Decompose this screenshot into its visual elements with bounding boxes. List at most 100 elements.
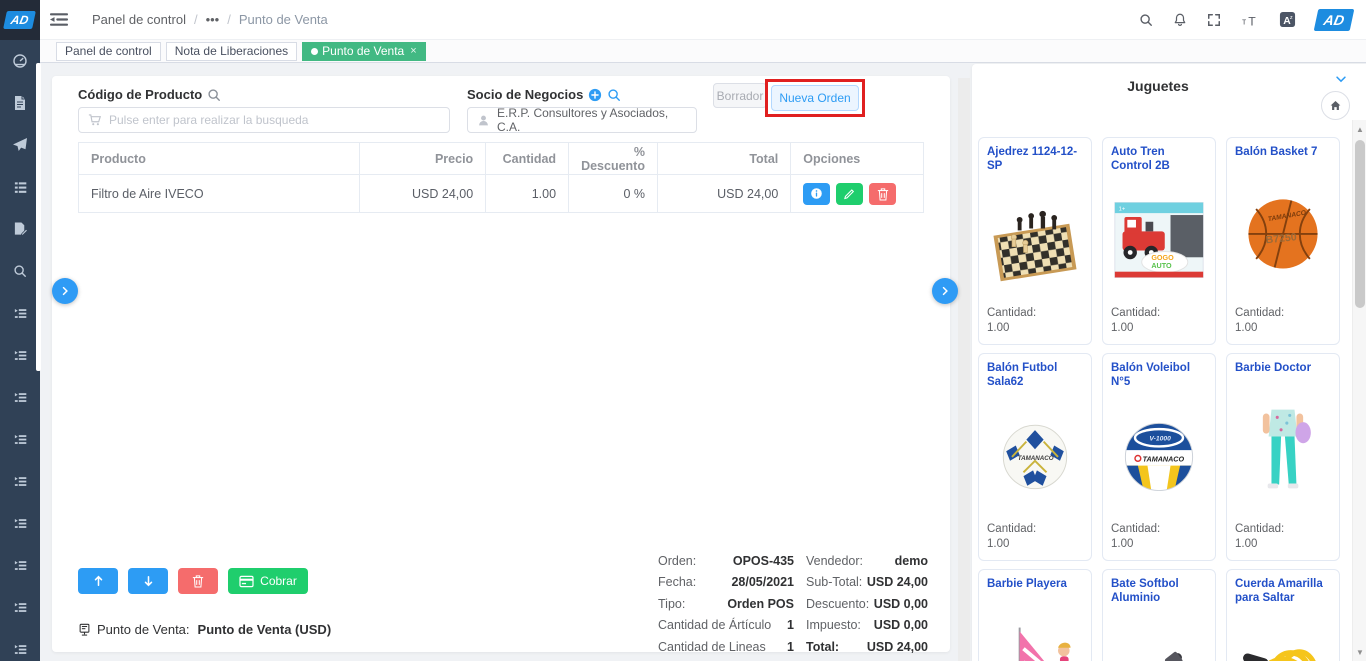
- fullscreen-icon[interactable]: [1207, 13, 1221, 27]
- sidebar-menu-item[interactable]: [0, 502, 40, 544]
- move-up-button[interactable]: [78, 568, 118, 594]
- sidebar-menu-item[interactable]: [0, 250, 40, 292]
- product-image-train: 1+GOGOAUTO: [1111, 174, 1207, 306]
- close-icon[interactable]: ×: [410, 43, 416, 60]
- breadcrumb-item[interactable]: •••: [206, 12, 220, 27]
- home-category-button[interactable]: [1321, 91, 1350, 120]
- new-order-button[interactable]: Nueva Orden: [771, 85, 859, 111]
- order-line-cell: USD 24,00: [359, 175, 486, 213]
- column-header: Total: [657, 143, 790, 175]
- sidebar-menu-item[interactable]: [0, 208, 40, 250]
- delete-line-button[interactable]: [178, 568, 218, 594]
- product-image-soccer: TAMANACO: [987, 390, 1083, 522]
- sidebar-menu-item[interactable]: [0, 124, 40, 166]
- summary-label: Impuesto:: [806, 618, 861, 632]
- app-logo[interactable]: AD: [0, 0, 40, 40]
- top-bar: Panel de control/•••/Punto de Venta тTAz…: [40, 0, 1366, 40]
- tab-punto-de-venta[interactable]: Punto de Venta×: [302, 42, 426, 61]
- breadcrumb-item[interactable]: Punto de Venta: [239, 12, 328, 27]
- dashboard-icon: [12, 53, 28, 69]
- list-indent-icon: [13, 600, 28, 615]
- product-card[interactable]: Barbie Doctor Cantidad: 1.00: [1226, 353, 1340, 561]
- order-line-cell: Filtro de Aire IVECO: [79, 175, 360, 213]
- search-icon[interactable]: [607, 88, 621, 102]
- info-icon: [810, 187, 823, 200]
- sidebar-menu-item[interactable]: [0, 334, 40, 376]
- pos-terminal-value: Punto de Venta (USD): [198, 622, 332, 637]
- product-card[interactable]: Balón Futbol Sala62 TAMANACO Cantidad: 1…: [978, 353, 1092, 561]
- pos-order-panel: Código de Producto Pulse enter para real…: [52, 76, 950, 652]
- order-line-cell: USD 24,00: [657, 175, 790, 213]
- line-delete-button[interactable]: [869, 183, 896, 205]
- svg-text:T: T: [1248, 14, 1256, 27]
- search-icon[interactable]: [1139, 13, 1153, 27]
- summary-value: 1: [787, 640, 794, 654]
- search-icon[interactable]: [207, 88, 221, 102]
- summary-row: Cantidad de Lineas1: [658, 636, 794, 658]
- scroll-down-icon[interactable]: ▼: [1353, 645, 1366, 659]
- trash-icon: [877, 187, 889, 201]
- product-card[interactable]: Balón Voleibol N°5 V-1000TAMANACO Cantid…: [1102, 353, 1216, 561]
- summary-label: Descuento:: [806, 597, 869, 611]
- expand-right-panel-button[interactable]: [932, 278, 958, 304]
- sidebar-menu-item[interactable]: [0, 82, 40, 124]
- sidebar-menu-item[interactable]: [0, 460, 40, 502]
- sidebar-menu-item[interactable]: [0, 586, 40, 628]
- business-partner-value: E.R.P. Consultores y Asociados, C.A.: [497, 106, 687, 134]
- sidebar-menu-item[interactable]: [0, 166, 40, 208]
- product-card[interactable]: Balón Basket 7 TAMANACOB7250 Cantidad: 1…: [1226, 137, 1340, 345]
- business-partner-input[interactable]: E.R.P. Consultores y Asociados, C.A.: [467, 107, 697, 133]
- product-image-barbie-beach: [987, 592, 1083, 661]
- sidebar-menu-item[interactable]: [0, 292, 40, 334]
- draft-button[interactable]: Borrador: [713, 83, 767, 108]
- order-line-row[interactable]: Filtro de Aire IVECOUSD 24,001.000 %USD …: [79, 175, 924, 213]
- line-edit-button[interactable]: [836, 183, 863, 205]
- cart-icon: [88, 113, 102, 127]
- sidebar-scrollbar[interactable]: [36, 63, 41, 371]
- product-card[interactable]: Cuerda Amarilla para Saltar Cantidad: 1.…: [1226, 569, 1340, 661]
- language-icon[interactable]: Az: [1279, 11, 1296, 28]
- product-card[interactable]: Auto Tren Control 2B 1+GOGOAUTO Cantidad…: [1102, 137, 1216, 345]
- product-card[interactable]: Bate Softbol Aluminio Softbol Cantidad: …: [1102, 569, 1216, 661]
- tab-nota-de-liberaciones[interactable]: Nota de Liberaciones: [166, 42, 297, 61]
- product-name: Barbie Doctor: [1235, 361, 1331, 376]
- font-size-icon[interactable]: тT: [1241, 13, 1259, 27]
- product-search-input[interactable]: Pulse enter para realizar la busqueda: [78, 107, 450, 133]
- summary-value: Orden POS: [727, 597, 794, 611]
- ad-logo-topright[interactable]: AD: [1313, 9, 1354, 31]
- sidebar-menu-item[interactable]: [0, 628, 40, 661]
- bell-icon[interactable]: [1173, 12, 1187, 27]
- hamburger-icon[interactable]: [40, 0, 78, 40]
- catalog-scrollbar[interactable]: ▲ ▼: [1352, 120, 1366, 661]
- pos-terminal-line: Punto de Venta: Punto de Venta (USD): [78, 622, 331, 637]
- product-card[interactable]: Ajedrez 1124-12-SP Cantidad: 1.00: [978, 137, 1092, 345]
- line-info-button[interactable]: [803, 183, 830, 205]
- product-name: Ajedrez 1124-12-SP: [987, 145, 1083, 174]
- breadcrumb-separator: /: [194, 12, 198, 27]
- product-qty-value: 1.00: [1111, 321, 1207, 337]
- sidebar-menu-item[interactable]: [0, 40, 40, 82]
- sidebar-menu-item[interactable]: [0, 376, 40, 418]
- summary-value: demo: [895, 554, 928, 568]
- plus-circle-icon[interactable]: [588, 88, 602, 102]
- scrollbar-thumb[interactable]: [1355, 140, 1365, 308]
- product-image-rope: [1235, 606, 1331, 661]
- svg-text:т: т: [1242, 16, 1246, 26]
- expand-left-panel-button[interactable]: [52, 278, 78, 304]
- list-indent-icon: [13, 348, 28, 363]
- pay-button[interactable]: Cobrar: [228, 568, 308, 594]
- move-down-button[interactable]: [128, 568, 168, 594]
- user-icon: [477, 114, 490, 127]
- product-qty-label: Cantidad:: [987, 522, 1083, 538]
- breadcrumb-item[interactable]: Panel de control: [92, 12, 186, 27]
- edit-icon: [843, 187, 856, 200]
- chevron-down-icon[interactable]: [1334, 72, 1348, 86]
- product-card[interactable]: Barbie Playera Cantidad: 1.00: [978, 569, 1092, 661]
- tab-panel-de-control[interactable]: Panel de control: [56, 42, 161, 61]
- sidebar-menu-item[interactable]: [0, 418, 40, 460]
- svg-text:V-1000: V-1000: [1149, 435, 1171, 442]
- sidebar-menu-item[interactable]: [0, 544, 40, 586]
- scroll-up-icon[interactable]: ▲: [1353, 122, 1366, 136]
- search-icon: [13, 264, 27, 278]
- document-edit-icon: [13, 221, 28, 237]
